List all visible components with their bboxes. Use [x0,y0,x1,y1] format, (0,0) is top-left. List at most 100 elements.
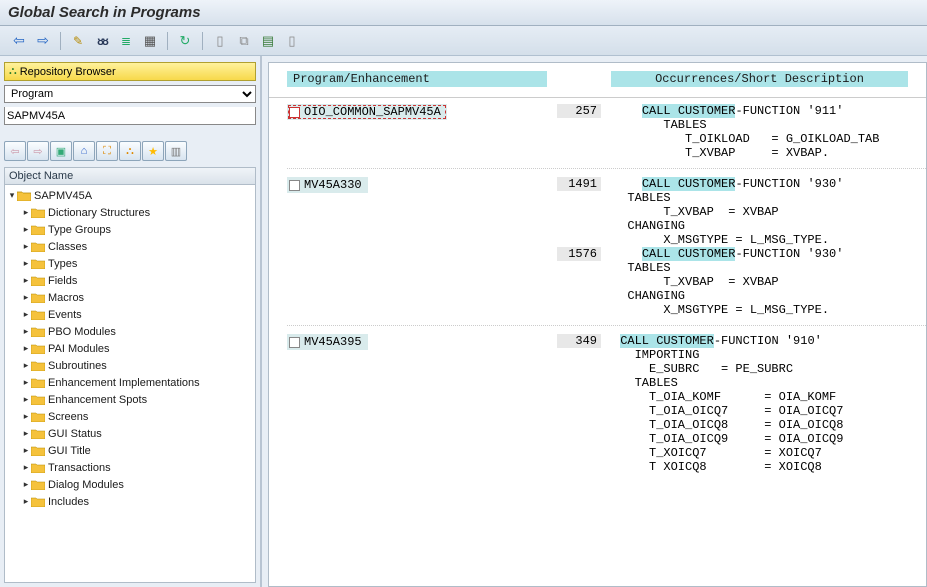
expand-icon[interactable]: ▸ [21,496,31,507]
tree-item[interactable]: ▸Macros [5,289,255,306]
display-button[interactable]: ᴕᴕ [91,30,113,52]
code-post: -FUNCTION '930' [735,177,843,191]
expand-icon[interactable]: ▸ [21,411,31,422]
program-label[interactable]: OIO_COMMON_SAPMV45A [287,104,447,120]
doc1-button[interactable]: ▯ [209,30,231,52]
tree-item[interactable]: ▸Types [5,255,255,272]
code-pre [613,104,642,118]
expand-icon[interactable]: ▸ [21,479,31,490]
code-line[interactable]: 257 CALL CUSTOMER-FUNCTION '911' [557,104,926,118]
tree-item[interactable]: ▸PBO Modules [5,323,255,340]
code-line[interactable]: 0 X_MSGTYPE = L_MSG_TYPE. [557,233,926,247]
code-line[interactable]: 0 X_MSGTYPE = L_MSG_TYPE. [557,303,926,317]
tree-item[interactable]: ▸GUI Status [5,425,255,442]
mini-btn-2[interactable]: ▣ [50,141,72,161]
edit-button[interactable]: ✎ [67,30,89,52]
code-line[interactable]: 0 CHANGING [557,289,926,303]
tree-item[interactable]: ▸Enhancement Implementations [5,374,255,391]
expand-icon[interactable]: ▸ [21,360,31,371]
line-number: 349 [557,334,601,348]
code-line[interactable]: 0 T_XVBAP = XVBAP. [557,146,926,160]
code-line[interactable]: 0 TABLES [557,191,926,205]
code-line[interactable]: 0 IMPORTING [557,348,926,362]
code-line[interactable]: 0 TABLES [557,118,926,132]
code-line[interactable]: 0 T_OIKLOAD = G_OIKLOAD_TAB [557,132,926,146]
code-line[interactable]: 0 TABLES [557,261,926,275]
tree-item[interactable]: ▸Events [5,306,255,323]
code-line[interactable]: 0 TABLES [557,376,926,390]
tree-item[interactable]: ▸ Dialog Modules [5,476,255,493]
expand-icon[interactable]: ▸ [21,343,31,354]
tree-item[interactable]: ▸Dictionary Structures [5,204,255,221]
expand-icon[interactable]: ▸ [21,292,31,303]
folder-icon [31,275,45,286]
tree-item[interactable]: ▸Screens [5,408,255,425]
tree-item[interactable]: ▸Type Groups [5,221,255,238]
mini-btn-3[interactable]: ⌂ [73,141,95,161]
code-line[interactable]: 0 T_OIA_OICQ7 = OIA_OICQ7 [557,404,926,418]
code-line[interactable]: 0 T_OIA_OICQ9 = OIA_OICQ9 [557,432,926,446]
code-line[interactable]: 0 T_OIA_KOMF = OIA_KOMF [557,390,926,404]
checkbox-icon[interactable] [289,337,300,348]
folder-open-icon [17,190,31,201]
exec-button[interactable]: ≣ [115,30,137,52]
program-label[interactable]: MV45A395 [287,334,368,350]
tree-item[interactable]: ▸Classes [5,238,255,255]
list2-button[interactable]: ▯ [281,30,303,52]
expand-icon[interactable]: ▸ [21,241,31,252]
code-line[interactable]: 1576 CALL CUSTOMER-FUNCTION '930' [557,247,926,261]
results-body[interactable]: OIO_COMMON_SAPMV45A 257 CALL CUSTOMER-FUN… [269,98,926,586]
code-line[interactable]: 0 T XOICQ8 = XOICQ8 [557,460,926,474]
code-line[interactable]: 0 T_XVBAP = XVBAP [557,205,926,219]
mini-btn-6[interactable]: ★ [142,141,164,161]
list1-button[interactable]: ▤ [257,30,279,52]
code-line[interactable]: 0 E_SUBRC = PE_SUBRC [557,362,926,376]
refresh-button[interactable]: ↻ [174,30,196,52]
doc2-button[interactable]: ⧉ [233,30,255,52]
result-group: MV45A395 349 CALL CUSTOMER-FUNCTION '910'… [287,325,926,474]
tree-item-label: Dialog Modules [48,479,124,491]
expand-icon[interactable]: ▸ [21,394,31,405]
tree-item[interactable]: ▸Subroutines [5,357,255,374]
tree-item[interactable]: ▸Fields [5,272,255,289]
separator [167,32,168,50]
program-label[interactable]: MV45A330 [287,177,368,193]
expand-icon[interactable]: ▸ [21,326,31,337]
mini-btn-4[interactable]: ⛶ [96,141,118,161]
code-line[interactable]: 0 T_XVBAP = XVBAP [557,275,926,289]
tree-item[interactable]: ▸Enhancement Spots [5,391,255,408]
expand-icon[interactable]: ▸ [21,428,31,439]
object-name-input[interactable] [4,107,256,125]
tree-root[interactable]: ▾SAPMV45A [5,187,255,204]
mini-btn-5[interactable]: ⛬ [119,141,141,161]
expand-icon[interactable]: ▸ [21,377,31,388]
checkbox-icon[interactable] [289,180,300,191]
tree-item[interactable]: ▸GUI Title [5,442,255,459]
mini-btn-0[interactable]: ⇦ [4,141,26,161]
table-button[interactable]: ▦ [139,30,161,52]
code-line[interactable]: 0 CHANGING [557,219,926,233]
expand-icon[interactable]: ▸ [21,462,31,473]
expand-icon[interactable]: ▸ [21,258,31,269]
object-type-dropdown[interactable]: Program [4,85,256,103]
forward-button[interactable]: ⇨ [32,30,54,52]
code-highlight: CALL CUSTOMER [642,247,736,261]
expand-icon[interactable]: ▸ [21,275,31,286]
mini-btn-7[interactable]: ▥ [165,141,187,161]
checkbox-icon[interactable] [289,107,300,118]
tree-item[interactable]: ▸Transactions [5,459,255,476]
collapse-icon[interactable]: ▾ [7,190,17,201]
code-line[interactable]: 1491 CALL CUSTOMER-FUNCTION '930' [557,177,926,191]
expand-icon[interactable]: ▸ [21,207,31,218]
mini-btn-1[interactable]: ⇨ [27,141,49,161]
tree-item[interactable]: ▸Includes [5,493,255,510]
mini-icon: ⛬ [126,145,134,158]
tree-item[interactable]: ▸PAI Modules [5,340,255,357]
code-line[interactable]: 0 T_OIA_OICQ8 = OIA_OICQ8 [557,418,926,432]
expand-icon[interactable]: ▸ [21,445,31,456]
expand-icon[interactable]: ▸ [21,224,31,235]
expand-icon[interactable]: ▸ [21,309,31,320]
code-line[interactable]: 349 CALL CUSTOMER-FUNCTION '910' [557,334,926,348]
back-button[interactable]: ⇦ [8,30,30,52]
code-line[interactable]: 0 T_XOICQ7 = XOICQ7 [557,446,926,460]
